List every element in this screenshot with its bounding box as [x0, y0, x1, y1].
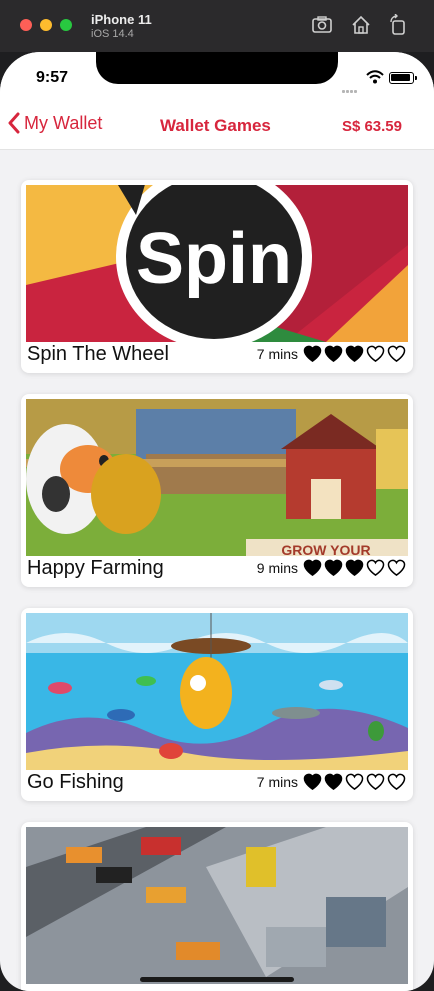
wallet-balance: S$ 63.59: [341, 118, 402, 135]
games-list[interactable]: Spin Spin The Wheel 7 mins GROW YOUR Hap…: [0, 151, 434, 991]
heart-filled-icon: [303, 345, 322, 362]
rating-hearts: [301, 773, 406, 790]
spin-logo-text: Spin: [136, 219, 292, 299]
home-indicator[interactable]: [140, 977, 294, 982]
game-card-spin[interactable]: Spin Spin The Wheel 7 mins: [21, 180, 413, 373]
back-label: My Wallet: [24, 112, 103, 133]
game-title: Spin The Wheel: [27, 343, 169, 365]
game-thumbnail: GROW YOUR: [26, 399, 408, 556]
game-title: Happy Farming: [27, 557, 164, 579]
rotate-icon[interactable]: [387, 14, 409, 36]
game-duration: 9 mins: [256, 559, 298, 576]
heart-filled-icon: [303, 559, 322, 576]
navigation-bar: My Wallet Wallet Games S$ 63.59: [0, 102, 434, 150]
game-thumbnail: [26, 613, 408, 770]
rating-hearts: [301, 559, 406, 576]
screenshot-icon[interactable]: [311, 14, 333, 36]
phone-screen: 9:57 My Wallet Wallet Games S$ 63.59 Spi…: [0, 52, 434, 991]
heart-outline-icon: [366, 773, 385, 790]
game-thumbnail: [26, 827, 408, 984]
battery-icon: [389, 72, 417, 84]
chevron-left-icon: [8, 112, 20, 134]
simulator-title-bar: iPhone 11 iOS 14.4: [0, 0, 434, 52]
game-duration: 7 mins: [256, 773, 298, 790]
cellular-signal-icon: [342, 80, 358, 98]
close-window-button[interactable]: [20, 19, 32, 31]
heart-outline-icon: [366, 345, 385, 362]
home-icon[interactable]: [350, 14, 372, 36]
notch: [96, 52, 338, 84]
heart-outline-icon: [387, 773, 406, 790]
heart-filled-icon: [303, 773, 322, 790]
game-title: Go Fishing: [27, 771, 124, 793]
game-meta: 7 mins: [257, 773, 406, 790]
game-meta: 7 mins: [257, 345, 406, 362]
grow-banner-text: GROW YOUR: [281, 542, 370, 556]
heart-filled-icon: [345, 345, 364, 362]
heart-filled-icon: [324, 345, 343, 362]
heart-filled-icon: [345, 559, 364, 576]
game-meta: 9 mins: [257, 559, 406, 576]
back-button[interactable]: My Wallet: [8, 112, 102, 134]
heart-filled-icon: [324, 773, 343, 790]
zoom-window-button[interactable]: [60, 19, 72, 31]
heart-outline-icon: [345, 773, 364, 790]
game-card-city[interactable]: [21, 822, 413, 991]
game-duration: 7 mins: [256, 345, 298, 362]
heart-outline-icon: [366, 559, 385, 576]
page-title: Wallet Games: [160, 116, 271, 135]
game-thumbnail: Spin: [26, 185, 408, 342]
rating-hearts: [301, 345, 406, 362]
wifi-icon: [366, 70, 384, 84]
minimize-window-button[interactable]: [40, 19, 52, 31]
status-bar: 9:57: [0, 52, 434, 102]
game-card-fishing[interactable]: Go Fishing 7 mins: [21, 608, 413, 801]
heart-outline-icon: [387, 559, 406, 576]
status-time: 9:57: [36, 69, 69, 86]
device-name: iPhone 11: [91, 12, 152, 27]
heart-filled-icon: [324, 559, 343, 576]
heart-outline-icon: [387, 345, 406, 362]
os-version: iOS 14.4: [91, 28, 134, 40]
game-card-farming[interactable]: GROW YOUR Happy Farming 9 mins: [21, 394, 413, 587]
